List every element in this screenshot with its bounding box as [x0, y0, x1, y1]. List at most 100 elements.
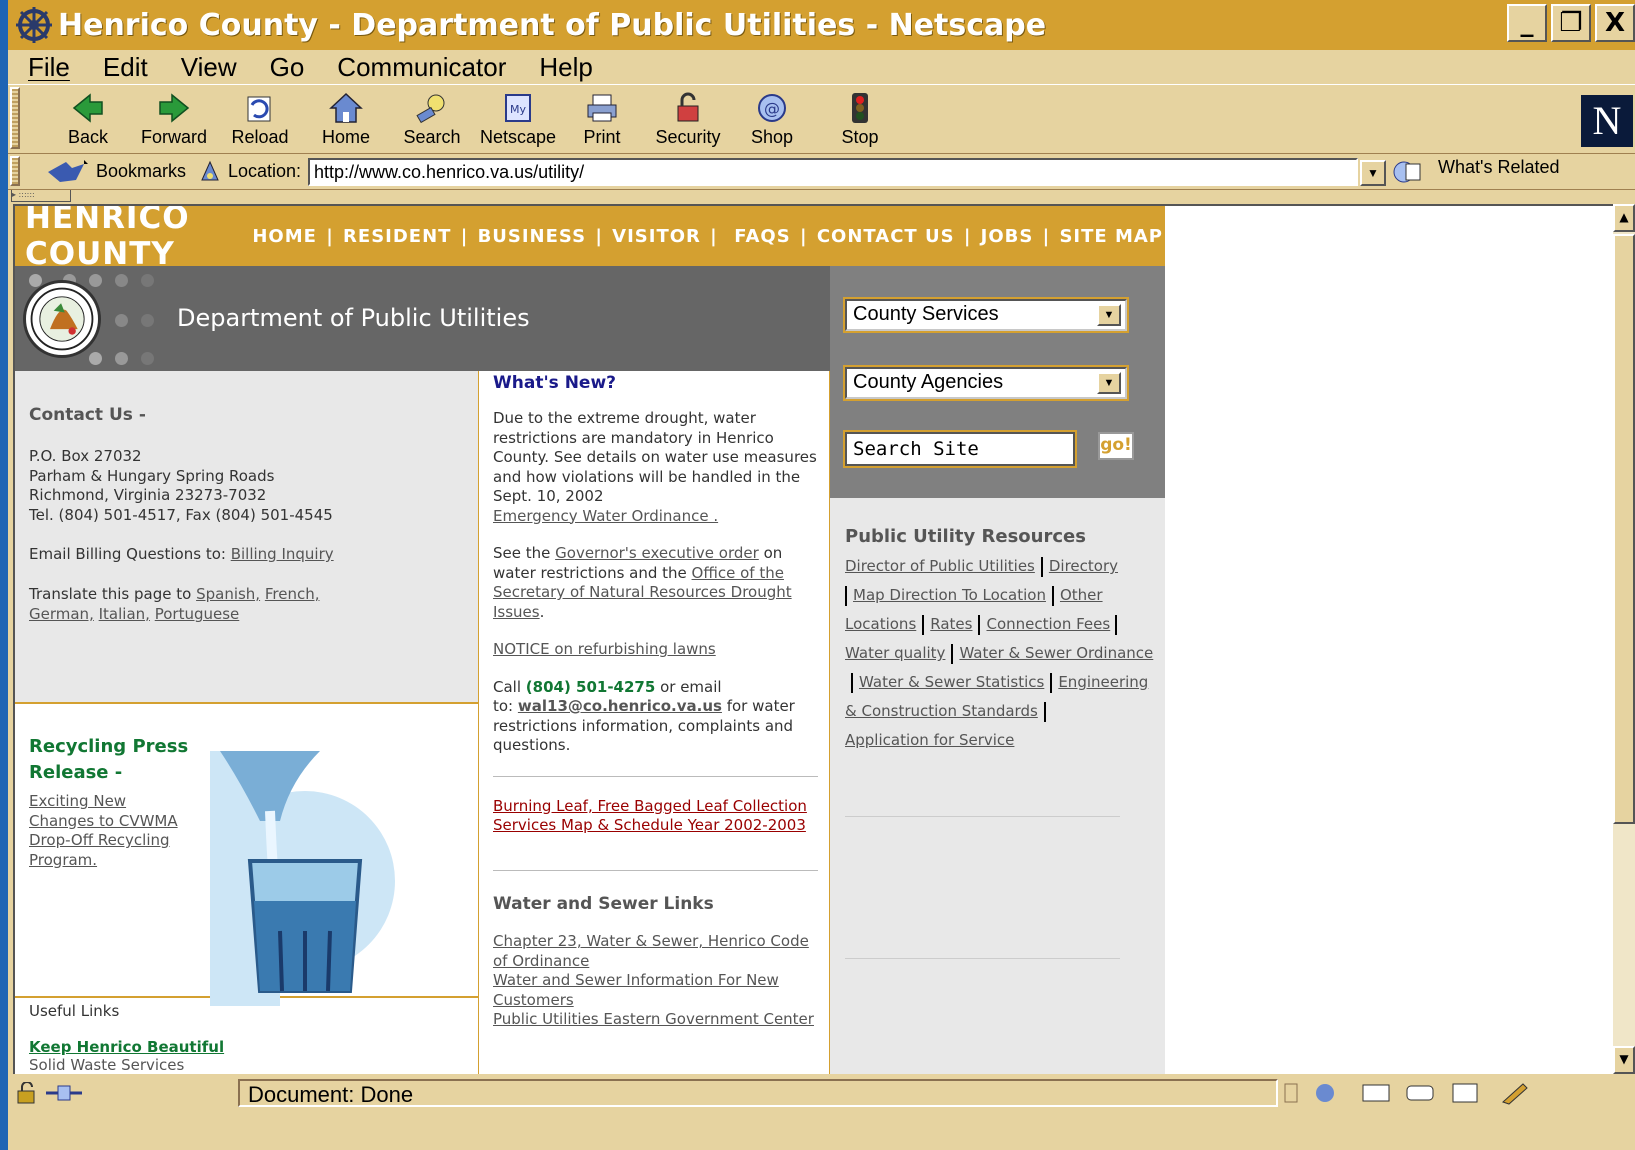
location-grip[interactable]	[10, 156, 20, 186]
location-url-input[interactable]: http://www.co.henrico.va.us/utility/	[308, 158, 1358, 186]
recycling-link-line1[interactable]: Exciting New	[29, 792, 126, 810]
reload-label: Reload	[231, 127, 289, 147]
link-director[interactable]: Director of Public Utilities	[845, 557, 1035, 575]
menu-help[interactable]: Help	[539, 52, 592, 83]
link-ordinance[interactable]: Water & Sewer Ordinance	[959, 644, 1153, 662]
status-text: Document: Done	[238, 1079, 1278, 1107]
contact-tel: Tel. (804) 501-4517, Fax (804) 501-4545	[29, 506, 333, 524]
scroll-thumb[interactable]	[1613, 234, 1635, 824]
link-map-direction[interactable]: Map Direction To Location	[853, 586, 1046, 604]
print-label: Print	[583, 127, 621, 147]
security-lock-icon[interactable]	[14, 1082, 40, 1104]
status-bar: Document: Done	[8, 1076, 1635, 1110]
netscape-button[interactable]: My Netscape	[478, 91, 558, 148]
svg-text:@: @	[764, 99, 780, 118]
whats-related-label[interactable]: What's Related	[1438, 157, 1560, 178]
contact-addr2: Richmond, Virginia 23273-7032	[29, 486, 267, 504]
water-email-link[interactable]: wal13@co.henrico.va.us	[518, 697, 722, 715]
nav-visitor[interactable]: VISITOR	[612, 226, 701, 247]
nav-resident[interactable]: RESIDENT	[343, 226, 451, 247]
column-divider	[478, 371, 479, 1074]
shop-button[interactable]: @ Shop	[732, 91, 812, 148]
shop-icon: @	[758, 94, 786, 122]
link-statistics[interactable]: Water & Sewer Statistics	[859, 673, 1044, 691]
scroll-down-arrow-icon[interactable]: ▼	[1613, 1046, 1635, 1074]
scroll-up-arrow-icon[interactable]: ▲	[1613, 204, 1635, 232]
search-go-button[interactable]: go!	[1098, 432, 1134, 460]
chapter-23-link[interactable]: Chapter 23, Water & Sewer, Henrico Code …	[493, 932, 809, 970]
nav-business[interactable]: BUSINESS	[478, 226, 586, 247]
leaf-collection-link[interactable]: Burning Leaf, Free Bagged Leaf Collectio…	[493, 797, 807, 835]
emergency-ordinance-link[interactable]: Emergency Water Ordinance .	[493, 507, 718, 525]
link-connection-fees[interactable]: Connection Fees	[986, 615, 1110, 633]
keep-henrico-beautiful-link[interactable]: Keep Henrico Beautiful	[29, 1038, 224, 1056]
component-bar-icons[interactable]	[1283, 1080, 1623, 1106]
refurbishing-lawns-link[interactable]: NOTICE on refurbishing lawns	[493, 640, 716, 658]
decor-dot	[115, 314, 128, 327]
new-customers-link[interactable]: Water and Sewer Information For New Cust…	[493, 971, 779, 1009]
recycling-link-line4[interactable]: Program.	[29, 851, 97, 869]
chevron-down-icon[interactable]: ▼	[1097, 372, 1121, 394]
back-button[interactable]: Back	[48, 91, 128, 148]
toolbar-grip[interactable]	[10, 87, 20, 149]
county-agencies-select[interactable]: County Agencies ▼	[843, 365, 1129, 401]
chevron-down-icon[interactable]: ▼	[1097, 304, 1121, 326]
useful-links-heading: Useful Links	[29, 1002, 120, 1020]
governor-order-link[interactable]: Governor's executive order	[555, 544, 759, 562]
link-water-quality[interactable]: Water quality	[845, 644, 945, 662]
translate-italian-link[interactable]: Italian,	[99, 605, 150, 623]
divider	[845, 958, 1120, 959]
nav-jobs[interactable]: JOBS	[981, 226, 1034, 247]
link-rates[interactable]: Rates	[930, 615, 972, 633]
department-title: Department of Public Utilities	[177, 304, 530, 332]
netscape-logo-icon[interactable]: N	[1581, 95, 1633, 147]
close-button[interactable]: X	[1595, 4, 1635, 42]
home-label: Home	[321, 127, 370, 147]
reload-button[interactable]: Reload	[220, 91, 300, 148]
county-seal-icon	[23, 280, 101, 358]
restore-button[interactable]: ❐	[1551, 4, 1591, 42]
nav-contact-us[interactable]: CONTACT US	[817, 226, 955, 247]
menu-edit[interactable]: Edit	[103, 52, 148, 83]
collapsed-toolbar-tab[interactable]: ▸ ::::::	[11, 190, 71, 202]
quick-nav-panel: County Services ▼ County Agencies ▼ Sear…	[830, 266, 1165, 498]
security-button[interactable]: Security	[648, 91, 728, 148]
water-glass-image	[210, 751, 395, 1006]
collapsed-toolbar-strip: ▸ ::::::	[8, 190, 1635, 202]
translate-german-link[interactable]: German,	[29, 605, 94, 623]
vertical-scrollbar[interactable]: ▲ ▼	[1613, 204, 1635, 1074]
print-button[interactable]: Print	[562, 91, 642, 148]
link-directory[interactable]: Directory	[1049, 557, 1118, 575]
location-dropdown-button[interactable]: ▼	[1360, 160, 1386, 186]
stop-button[interactable]: Stop	[820, 91, 900, 148]
search-button[interactable]: Search	[392, 91, 472, 148]
site-search-input[interactable]: Search Site	[843, 430, 1077, 468]
bookmarks-icon[interactable]	[46, 158, 90, 186]
nav-site-map[interactable]: SITE MAP	[1059, 226, 1163, 247]
forward-button[interactable]: Forward	[134, 91, 214, 148]
forward-arrow-icon	[159, 93, 190, 123]
translate-spanish-link[interactable]: Spanish,	[196, 585, 260, 603]
translate-portuguese-link[interactable]: Portuguese	[155, 605, 240, 623]
link-application[interactable]: Application for Service	[845, 731, 1014, 749]
translate-french-link[interactable]: French,	[265, 585, 320, 603]
governor-text-c: .	[539, 602, 545, 621]
nav-faqs[interactable]: FAQS	[734, 226, 790, 247]
menu-go[interactable]: Go	[270, 52, 305, 83]
page-proxy-icon[interactable]	[198, 160, 222, 184]
whats-related-icon[interactable]	[1392, 158, 1428, 186]
billing-inquiry-link[interactable]: Billing Inquiry	[231, 545, 334, 563]
henrico-county-logo[interactable]: HENRICO COUNTY	[25, 206, 218, 272]
county-services-select[interactable]: County Services ▼	[843, 297, 1129, 333]
menu-file[interactable]: File	[28, 52, 70, 83]
recycling-link-line2[interactable]: Changes to CVWMA	[29, 812, 178, 830]
recycling-link-line3[interactable]: Drop-Off Recycling	[29, 831, 170, 849]
section-divider	[15, 702, 478, 704]
nav-home[interactable]: HOME	[252, 226, 317, 247]
minimize-button[interactable]: _	[1507, 4, 1547, 42]
eastern-government-center-link[interactable]: Public Utilities Eastern Government Cent…	[493, 1010, 814, 1028]
menu-view[interactable]: View	[181, 52, 237, 83]
bookmarks-label[interactable]: Bookmarks	[96, 161, 186, 182]
menu-communicator[interactable]: Communicator	[337, 52, 506, 83]
home-button[interactable]: Home	[306, 91, 386, 148]
